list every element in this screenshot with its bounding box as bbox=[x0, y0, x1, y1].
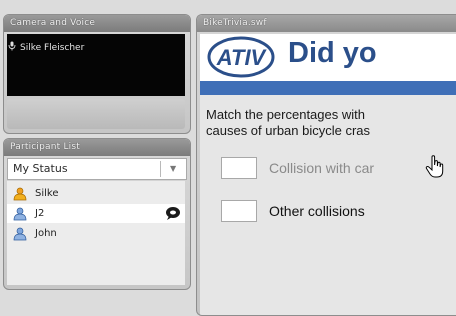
answer-drop-box[interactable] bbox=[221, 200, 257, 222]
active-speaker: Silke Fleischer bbox=[8, 41, 84, 54]
content-share-panel: BikeTrivia.swf ATIV Did yo Match the per… bbox=[196, 14, 456, 316]
participant-list-panel: Participant List My Status ▼ Silke J2 Jo… bbox=[3, 138, 191, 290]
quiz-banner: ATIV Did yo bbox=[200, 34, 456, 81]
accent-bar bbox=[200, 81, 456, 95]
option-collision-with-car[interactable]: Collision with car bbox=[221, 157, 374, 179]
participant-panel-title: Participant List bbox=[4, 139, 190, 156]
my-status-dropdown[interactable]: My Status ▼ bbox=[7, 158, 187, 180]
quiz-body: Match the percentages with causes of urb… bbox=[200, 95, 456, 315]
participant-name: Silke bbox=[35, 188, 59, 199]
option-label[interactable]: Collision with car bbox=[269, 160, 374, 176]
chevron-down-icon[interactable]: ▼ bbox=[170, 164, 176, 173]
participant-row-j2[interactable]: J2 bbox=[7, 204, 185, 223]
dropdown-divider bbox=[160, 161, 161, 177]
microphone-icon bbox=[8, 41, 16, 54]
participant-row-john[interactable]: John bbox=[7, 224, 185, 243]
camera-controls-bar bbox=[7, 99, 185, 129]
chat-bubble-icon[interactable] bbox=[165, 206, 181, 224]
participant-list: Silke J2 John bbox=[7, 181, 185, 285]
answer-drop-box[interactable] bbox=[221, 157, 257, 179]
participant-row-silke[interactable]: Silke bbox=[7, 184, 185, 203]
host-user-icon bbox=[13, 187, 27, 201]
ativ-logo: ATIV bbox=[206, 36, 276, 82]
user-icon bbox=[13, 227, 27, 241]
camera-voice-panel: Camera and Voice Silke Fleischer bbox=[3, 14, 191, 134]
option-label[interactable]: Other collisions bbox=[269, 203, 365, 219]
participant-name: J2 bbox=[35, 208, 45, 219]
participant-name: John bbox=[35, 228, 57, 239]
hand-cursor-icon bbox=[425, 155, 447, 183]
option-other-collisions[interactable]: Other collisions bbox=[221, 200, 365, 222]
question-text: Match the percentages with causes of urb… bbox=[206, 107, 456, 139]
camera-panel-title: Camera and Voice bbox=[4, 15, 190, 32]
user-icon bbox=[13, 207, 27, 221]
content-panel-title: BikeTrivia.swf bbox=[197, 15, 456, 32]
question-line-1: Match the percentages with bbox=[206, 107, 365, 122]
speaker-name: Silke Fleischer bbox=[20, 42, 85, 53]
question-line-2: causes of urban bicycle cras bbox=[206, 123, 371, 138]
my-status-label: My Status bbox=[13, 162, 68, 175]
logo-text: ATIV bbox=[216, 45, 268, 70]
quiz-headline: Did yo bbox=[288, 37, 377, 69]
